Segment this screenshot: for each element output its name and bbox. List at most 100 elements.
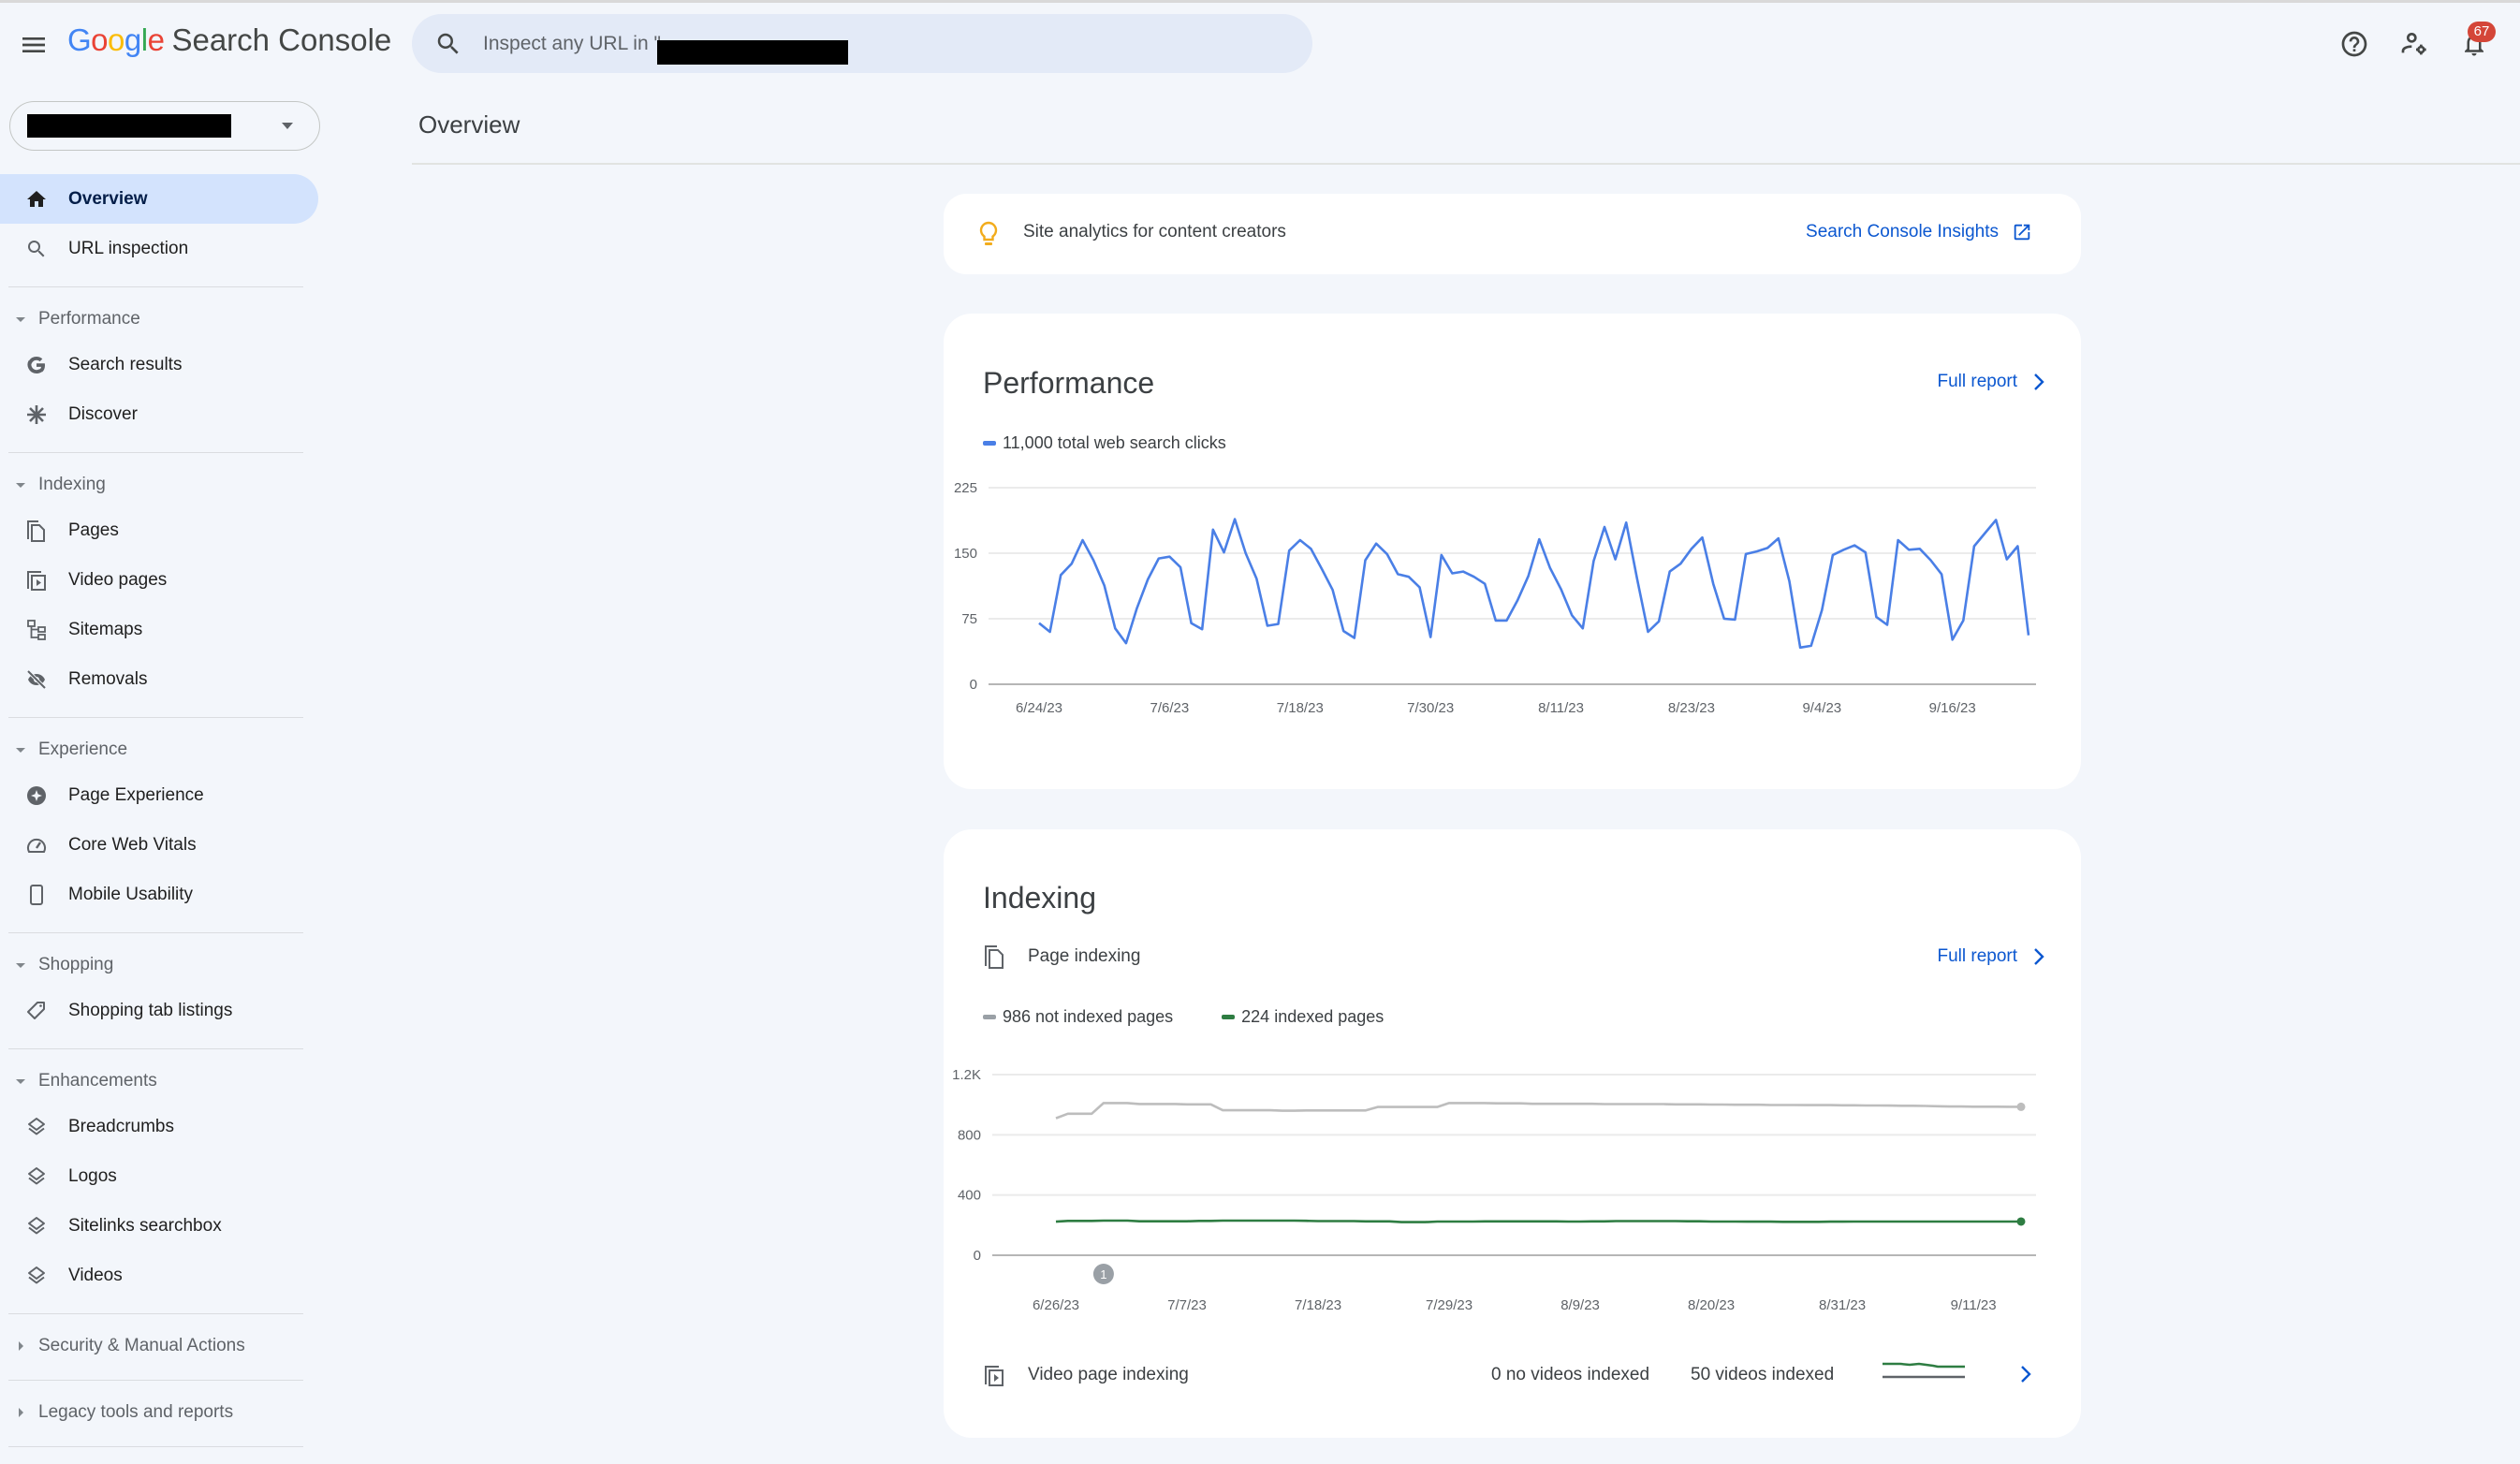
hamburger-icon [22,37,45,52]
performance-chart[interactable]: 0 75 150 225 6/24/23 7/6/23 7/18/23 7/30/23 8/11… [944,473,2081,754]
sidebar-item-label: Sitemaps [68,619,143,639]
sidebar-item-label: Videos [68,1265,123,1285]
logo-letter: G [67,22,92,57]
performance-card: Performance Full report 11,000 total web… [944,314,2081,789]
logo-letter: l [140,22,148,57]
legend-item-not-indexed[interactable]: 986 not indexed pages [983,1007,1173,1027]
window-top-border [0,0,2520,3]
help-icon [2341,31,2367,57]
sidebar-item-sitemaps[interactable]: Sitemaps [0,605,318,654]
property-selector[interactable] [9,101,320,151]
x-tick-label: 9/11/23 [1951,1297,1997,1313]
search-icon [434,30,462,58]
search-icon [24,237,49,261]
sidebar-item-mobile-usability[interactable]: Mobile Usability [0,870,318,919]
indexing-chart[interactable]: 0 400 800 1.2K 6/26/23 7/7/23 7/18/23 7/29/23 8/… [944,1041,2081,1350]
insights-link-label: Search Console Insights [1806,222,1999,242]
sidebar-item-removals[interactable]: Removals [0,654,318,704]
legend-label: 986 not indexed pages [1003,1007,1174,1026]
search-console-insights-link[interactable]: Search Console Insights [1806,222,2032,242]
sidebar-item-label: Overview [68,188,148,209]
caret-right-icon [19,1408,23,1417]
video-page-indexing-row[interactable]: Video page indexing 0 no videos indexed … [983,1356,2045,1394]
indexing-legend: 986 not indexed pages 224 indexed pages [983,1007,1384,1027]
search-console-logo[interactable]: Google Search Console [67,22,391,67]
sidebar-item-label: Search results [68,354,183,374]
sidebar-item-video-pages[interactable]: Video pages [0,555,318,605]
sidebar-item-page-experience[interactable]: Page Experience [0,770,318,820]
sidebar-item-label: Page Experience [68,784,204,805]
x-tick-label: 8/31/23 [1819,1297,1866,1313]
main-menu-button[interactable] [19,30,49,60]
sidebar-section-legacy-tools-and-reports[interactable]: Legacy tools and reports [0,1392,323,1433]
users-permissions-button[interactable] [2396,26,2432,62]
full-report-label: Full report [1937,372,2017,391]
x-tick-label: 9/4/23 [1802,700,1841,716]
sidebar-item-label: Sitelinks searchbox [68,1215,222,1236]
y-tick-label: 400 [958,1188,981,1204]
sidebar-section-enhancements[interactable]: Enhancements [0,1061,323,1102]
indexing-card: Indexing Page indexing Full report 986 n… [944,829,2081,1438]
asterisk-icon [24,403,49,427]
legend-item-indexed[interactable]: 224 indexed pages [1222,1007,1384,1027]
y-tick-label: 0 [970,677,977,693]
legend-item-clicks[interactable]: 11,000 total web search clicks [983,433,1226,453]
sidebar-item-discover[interactable]: Discover [0,389,318,439]
lightbulb-icon [977,220,1000,248]
sidebar-item-logos[interactable]: Logos [0,1151,318,1201]
sidebar-section-security-manual-actions[interactable]: Security & Manual Actions [0,1325,323,1367]
sidebar-divider [8,1380,303,1381]
url-inspection-search-bar[interactable] [412,14,1312,73]
sidebar-item-sitelinks-searchbox[interactable]: Sitelinks searchbox [0,1201,318,1251]
series-end-point[interactable] [2016,1102,2026,1111]
sidebar-item-label: URL inspection [68,238,189,258]
legend-swatch [983,441,996,446]
x-tick-label: 7/6/23 [1150,700,1190,716]
sidebar-item-breadcrumbs[interactable]: Breadcrumbs [0,1102,318,1151]
y-tick-label: 225 [954,480,977,496]
logo-letter: e [147,22,165,57]
google-wordmark: Google [67,22,165,58]
sidebar-section-shopping[interactable]: Shopping [0,944,323,986]
x-tick-label: 6/24/23 [1016,700,1062,716]
performance-full-report-link[interactable]: Full report [1937,372,2045,392]
x-tick-label: 7/18/23 [1295,1297,1341,1313]
y-tick-label: 150 [954,546,977,562]
sidebar-item-label: Removals [68,668,148,689]
sidebar-section-label: Enhancements [38,1071,157,1091]
video-pages-icon [985,1366,1004,1386]
tag-icon [24,999,49,1023]
sidebar-section-label: Legacy tools and reports [38,1402,234,1422]
sidebar-item-search-results[interactable]: Search results [0,340,318,389]
page-experience-icon [24,783,49,808]
series-end-point[interactable] [2016,1217,2026,1226]
caret-down-icon [16,1079,25,1084]
series-line-not-indexed[interactable] [1055,1102,2021,1120]
header-divider [412,163,2520,165]
sidebar-section-experience[interactable]: Experience [0,729,323,770]
sidebar-item-videos[interactable]: Videos [0,1251,318,1300]
chart-annotation[interactable]: 1 [1092,1264,1114,1284]
help-button[interactable] [2337,26,2372,62]
dropdown-arrow-icon [282,123,293,129]
sidebar-section-indexing[interactable]: Indexing [0,464,323,505]
series-line-clicks[interactable] [1038,518,2030,650]
manage-accounts-icon [2401,32,2426,55]
sidebar-item-label: Core Web Vitals [68,834,197,855]
series-line-indexed[interactable] [1055,1219,2021,1223]
sidebar-item-shopping-tab-listings[interactable]: Shopping tab listings [0,986,318,1035]
chevron-right-icon [2021,1366,2031,1383]
sidebar-section-performance[interactable]: Performance [0,299,323,340]
x-tick-label: 6/26/23 [1033,1297,1079,1313]
sidebar-item-overview[interactable]: Overview [0,174,318,224]
legend-label: 11,000 total web search clicks [1003,433,1226,452]
x-tick-label: 7/30/23 [1407,700,1454,716]
sidebar-item-core-web-vitals[interactable]: Core Web Vitals [0,820,318,870]
indexing-full-report-link[interactable]: Full report [1937,946,2045,967]
sidebar-item-label: Mobile Usability [68,884,194,904]
sidebar-item-pages[interactable]: Pages [0,505,318,555]
x-tick-label: 8/20/23 [1688,1297,1735,1313]
sidebar-item-url-inspection[interactable]: URL inspection [0,224,318,273]
y-tick-label: 75 [961,611,977,627]
video-page-indexing-label: Video page indexing [1028,1365,1189,1384]
